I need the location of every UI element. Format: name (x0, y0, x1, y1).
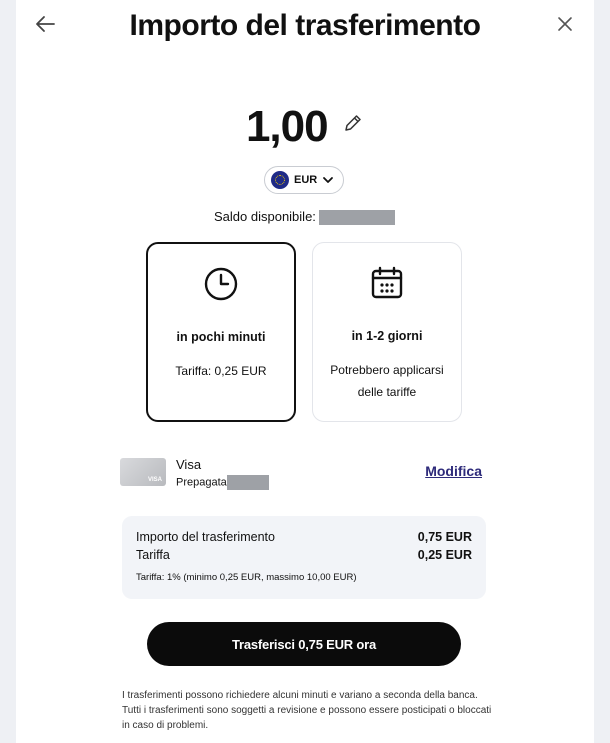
summary-label: Importo del trasferimento (136, 530, 275, 544)
card-thumbnail: VISA (120, 458, 166, 486)
fee-note: Tariffa: 1% (minimo 0,25 EUR, massimo 10… (136, 572, 357, 583)
summary-row: Tariffa 0,25 EUR (136, 546, 472, 564)
available-balance: Saldo disponibile: (214, 209, 395, 226)
clock-icon (204, 267, 238, 301)
option-desc: Tariffa: 0,25 EUR (175, 364, 267, 378)
chevron-down-icon (323, 177, 334, 183)
close-icon (558, 17, 572, 31)
page-title: Importo del trasferimento (129, 9, 481, 42)
card-type-label: Prepagata (176, 476, 227, 489)
eu-flag-icon (271, 171, 289, 189)
option-name: in 1-2 giorni (351, 329, 423, 343)
transfer-summary: Importo del trasferimento 0,75 EUR Tarif… (122, 516, 486, 599)
summary-label: Tariffa (136, 548, 170, 562)
option-standard-transfer[interactable]: in 1-2 giorni Potrebbero applicarsi dell… (312, 242, 462, 422)
modify-card-link[interactable]: Modifica (425, 463, 482, 479)
currency-code: EUR (294, 174, 318, 186)
transfer-panel: Importo del trasferimento 1,00 EUR Saldo… (16, 0, 594, 743)
summary-value: 0,75 EUR (417, 530, 472, 544)
card-brand: Visa (176, 457, 202, 472)
option-fast-transfer[interactable]: in pochi minuti Tariffa: 0,25 EUR (146, 242, 296, 422)
option-name: in pochi minuti (176, 330, 266, 344)
balance-value-redacted (318, 210, 395, 226)
pencil-icon[interactable] (342, 112, 364, 134)
transfer-amount[interactable]: 1,00 (246, 102, 329, 151)
calendar-icon (371, 266, 403, 299)
summary-value: 0,25 EUR (417, 548, 472, 562)
currency-select[interactable]: EUR (264, 166, 344, 194)
disclaimer-text: I trasferimenti possono richiedere alcun… (122, 690, 492, 731)
transfer-now-button[interactable]: Trasferisci 0,75 EUR ora (147, 622, 461, 666)
option-desc: Potrebbero applicarsi delle tariffe (330, 363, 444, 399)
card-type: Prepagata (176, 475, 269, 490)
card-thumb-label: VISA (147, 477, 162, 483)
amount-row: 1,00 (16, 102, 594, 152)
close-button[interactable] (554, 13, 576, 35)
balance-label: Saldo disponibile: (214, 209, 316, 224)
card-number-redacted (226, 475, 269, 490)
summary-row: Importo del trasferimento 0,75 EUR (136, 528, 472, 546)
payment-card-row: VISA Visa Prepagata Modifica (120, 455, 482, 495)
